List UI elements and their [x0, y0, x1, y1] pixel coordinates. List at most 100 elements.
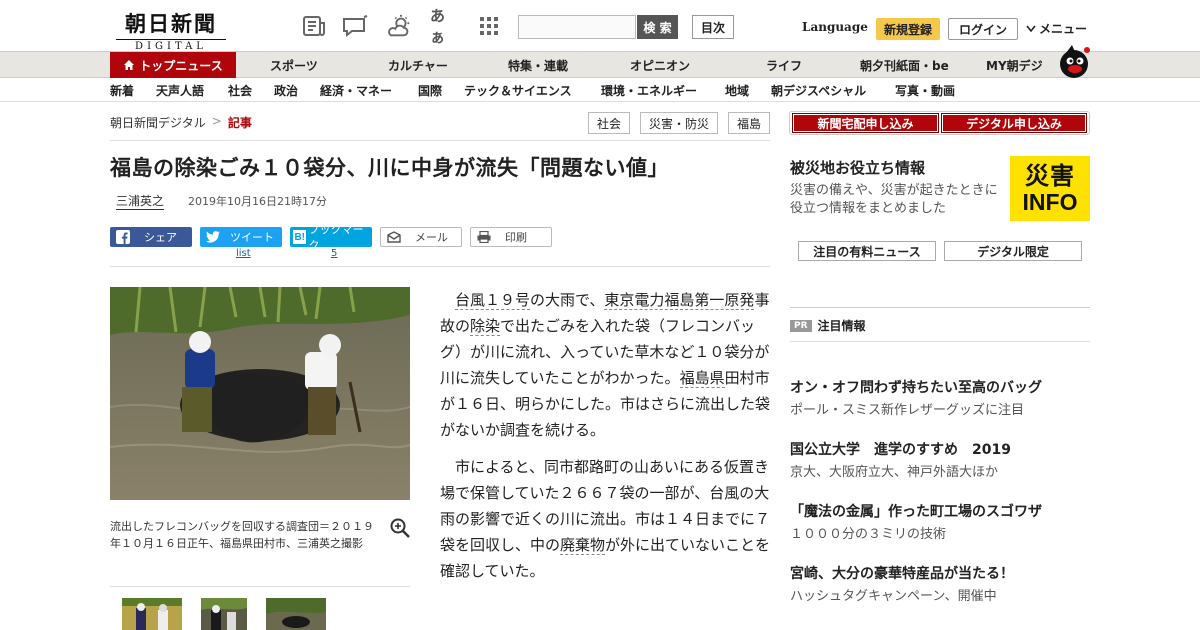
twitter-count-link[interactable]: list — [236, 248, 251, 259]
disaster-info-title[interactable]: 被災地お役立ち情報 — [790, 157, 925, 178]
twitter-share-label: ツイート — [230, 231, 274, 244]
breadcrumb-current: 記事 — [227, 116, 252, 130]
keyword-link[interactable]: 福島県 — [679, 369, 725, 388]
nav2-item-new[interactable]: 新着 — [110, 78, 134, 102]
mail-icon — [387, 231, 401, 243]
facebook-share-label: シェア — [144, 231, 177, 244]
tag-disaster[interactable]: 災害・防災 — [640, 112, 718, 134]
pr-item[interactable]: 国公立大学 進学のすすめ 2019 京大、大阪府立大、神戸外語大ほか — [790, 440, 1090, 483]
pr-item[interactable]: オン・オフ問わず持ちたい至高のバッグ ポール・スミス新作レザーグッズに注目 — [790, 378, 1090, 421]
nav2-item-environment[interactable]: 環境・エネルギー — [601, 78, 697, 102]
home-icon — [124, 60, 135, 70]
twitter-share-button[interactable]: ツイート — [200, 227, 282, 247]
facebook-share-button[interactable]: シェア — [110, 227, 192, 247]
disaster-info-description: 災害の備えや、災害が起きたときに役立つ情報をまとめました — [790, 183, 998, 216]
nav-item-paper[interactable]: 朝夕刊紙面・be — [860, 52, 949, 78]
nav2-item-special[interactable]: 朝デジスペシャル — [771, 78, 866, 102]
hatena-bookmark-button[interactable]: B! ブックマーク — [290, 223, 372, 252]
twitter-icon — [206, 231, 220, 243]
weather-icon[interactable] — [387, 14, 413, 38]
article-body: 台風１９号の大雨で、東京電力福島第一原発事故の除染で出たごみを入れた袋（フレコン… — [440, 287, 776, 595]
hatena-bookmark-label: ブックマーク — [308, 223, 364, 252]
menu-button[interactable]: メニュー — [1026, 20, 1087, 37]
search-input[interactable] — [518, 15, 636, 39]
pr-title: 注目情報 — [817, 319, 866, 333]
photo-thumbnail[interactable] — [122, 598, 182, 630]
hatena-count-link[interactable]: 5 — [331, 248, 337, 259]
toc-button[interactable]: 目次 — [692, 15, 734, 39]
nav-item-sports[interactable]: スポーツ — [270, 52, 318, 78]
nav2-item-region[interactable]: 地域 — [725, 78, 749, 102]
chevron-down-icon — [1026, 25, 1036, 32]
disaster-logo-bottom: INFO — [1022, 188, 1078, 215]
nav-item-features[interactable]: 特集・連載 — [508, 52, 568, 78]
nav2-item-international[interactable]: 国際 — [418, 78, 442, 102]
register-button[interactable]: 新規登録 — [876, 18, 940, 40]
tag-society[interactable]: 社会 — [588, 112, 630, 134]
pr-badge: PR — [790, 319, 812, 332]
keyword-link[interactable]: 除染 — [470, 317, 501, 336]
nav2-item-tech[interactable]: テック＆サイエンス — [464, 78, 572, 102]
pr-section-header: PR 注目情報 — [790, 317, 866, 334]
pr-item-title: 宮崎、大分の豪華特産品が当たる！ — [790, 566, 1014, 582]
message-icon[interactable] — [342, 14, 368, 38]
divider — [110, 586, 410, 587]
pr-item-title: オン・オフ問わず持ちたい至高のバッグ — [790, 380, 1042, 396]
login-button[interactable]: ログイン — [948, 18, 1018, 40]
mascot-icon[interactable] — [1056, 43, 1092, 79]
search-button[interactable]: 検 索 — [637, 15, 678, 39]
site-header: 朝日新聞 DIGITAL あぁ 検 索 目次 Language 新規登録 ログイ… — [0, 0, 1200, 52]
tab-digital-only[interactable]: デジタル限定 — [944, 241, 1082, 261]
keyword-link[interactable]: 台風１９号 — [455, 291, 531, 310]
print-label: 印刷 — [505, 231, 527, 244]
disaster-logo-top: 災害 — [1025, 161, 1075, 190]
nav-item-my-asadigi[interactable]: MY朝デジ — [986, 52, 1043, 78]
disaster-info-logo[interactable]: 災害 INFO — [1010, 156, 1090, 221]
grid-menu-icon[interactable] — [476, 14, 502, 38]
nav-top-news-label: トップニュース — [139, 58, 223, 73]
nav-top-news[interactable]: トップニュース — [110, 52, 236, 78]
nav-item-life[interactable]: ライフ — [766, 52, 802, 78]
hatena-icon: B! — [293, 230, 307, 244]
newspaper-icon[interactable] — [301, 14, 327, 38]
article-date: 2019年10月16日21時17分 — [188, 195, 327, 208]
divider — [790, 307, 1090, 308]
divider — [110, 140, 770, 141]
print-icon — [477, 231, 491, 243]
pr-item[interactable]: 「魔法の金属」作った町工場のスゴワザ １０００分の３ミリの技術 — [790, 502, 1090, 545]
pr-item-subtitle: ハッシュタグキャンペーン、開催中 — [790, 589, 997, 604]
article-photo[interactable] — [110, 287, 410, 500]
digital-subscribe-button[interactable]: デジタル申し込み — [941, 113, 1087, 133]
nav2-item-society[interactable]: 社会 — [228, 78, 252, 102]
nav2-item-economy[interactable]: 経済・マネー — [320, 78, 392, 102]
logo-main: 朝日新聞 — [125, 11, 217, 36]
nav2-item-tenseijingo[interactable]: 天声人語 — [156, 78, 204, 102]
nav2-item-politics[interactable]: 政治 — [274, 78, 298, 102]
site-logo[interactable]: 朝日新聞 DIGITAL — [116, 8, 226, 52]
photo-thumbnail[interactable] — [201, 598, 247, 630]
pr-item-subtitle: １０００分の３ミリの技術 — [790, 527, 947, 542]
newspaper-delivery-button[interactable]: 新聞宅配申し込み — [792, 113, 939, 133]
zoom-icon[interactable] — [390, 518, 410, 538]
mail-share-button[interactable]: メール — [380, 227, 462, 247]
nav2-item-photo-video[interactable]: 写真・動画 — [895, 78, 955, 102]
keyword-link[interactable]: 廃棄物 — [560, 536, 606, 555]
author-link[interactable]: 三浦英之 — [116, 192, 165, 210]
keyword-link[interactable]: 東京電力福島第一原発 — [604, 291, 755, 310]
menu-label: メニュー — [1039, 22, 1088, 36]
pr-item-title: 「魔法の金属」作った町工場のスゴワザ — [790, 504, 1042, 520]
photo-thumbnail[interactable] — [266, 598, 326, 630]
nav-item-culture[interactable]: カルチャー — [388, 52, 448, 78]
pr-item[interactable]: 宮崎、大分の豪華特産品が当たる！ ハッシュタグキャンペーン、開催中 — [790, 564, 1090, 607]
print-button[interactable]: 印刷 — [470, 227, 552, 247]
pr-item-subtitle: ポール・スミス新作レザーグッズに注目 — [790, 403, 1025, 418]
photo-caption: 流出したフレコンバッグを回収する調査団＝２０１９年１０月１６日正午、福島県田村市… — [110, 520, 374, 550]
breadcrumb: 朝日新聞デジタル > 記事 — [110, 114, 252, 131]
language-link[interactable]: Language — [802, 20, 868, 34]
breadcrumb-home[interactable]: 朝日新聞デジタル — [110, 114, 206, 131]
font-size-icon[interactable]: あぁ — [430, 7, 456, 46]
tab-paid-news[interactable]: 注目の有料ニュース — [798, 241, 936, 261]
nav-item-opinion[interactable]: オピニオン — [630, 52, 690, 78]
pr-item-title: 国公立大学 進学のすすめ 2019 — [790, 442, 1011, 458]
tag-fukushima[interactable]: 福島 — [728, 112, 770, 134]
